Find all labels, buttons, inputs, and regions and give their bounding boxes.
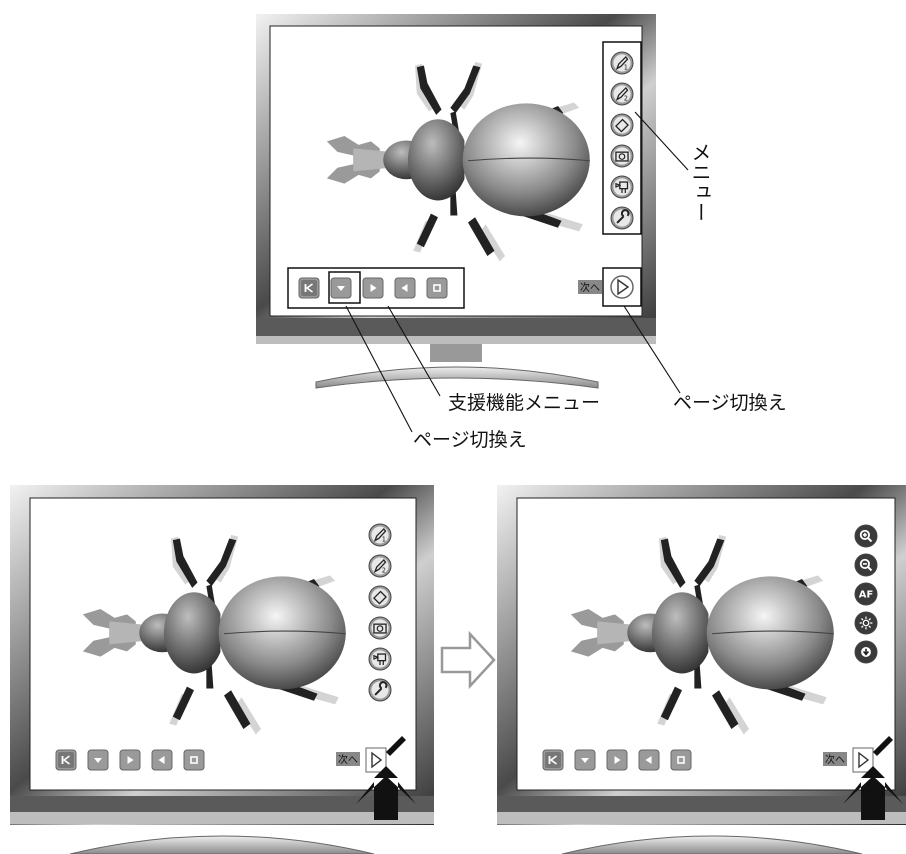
- monitor-chin: [10, 796, 434, 812]
- next-label: 次へ: [580, 281, 600, 294]
- camera-icon[interactable]: [368, 616, 392, 640]
- assist-menu-callout-label: 支援機能メニュー: [448, 392, 600, 414]
- pen-1-icon[interactable]: 1: [368, 523, 392, 547]
- brightness-icon[interactable]: [854, 611, 878, 635]
- pen-2-icon[interactable]: 2: [610, 82, 634, 106]
- triangle-down-icon[interactable]: [330, 277, 352, 299]
- page-switch-right-callout-label: ページ切換え: [673, 392, 787, 414]
- af-label: AF: [859, 590, 873, 601]
- monitor-before: 1 2 次へ: [10, 485, 434, 854]
- triangle-down-icon[interactable]: [574, 749, 596, 771]
- monitor-neck: [430, 344, 482, 362]
- monitor-chin-highlight: [256, 336, 656, 344]
- next-page-button[interactable]: [365, 747, 387, 773]
- stop-square-icon[interactable]: [426, 277, 448, 299]
- svg-text:1: 1: [382, 536, 386, 544]
- menu-callout: メニュー: [688, 142, 712, 222]
- zoom-out-icon[interactable]: [854, 553, 878, 577]
- monitor-chin-highlight: [497, 812, 906, 824]
- next-label: 次へ: [338, 753, 358, 766]
- svg-text:1: 1: [624, 64, 628, 72]
- triangle-left-icon[interactable]: [638, 749, 660, 771]
- triangle-down-icon[interactable]: [87, 749, 109, 771]
- page-switch-left-callout-label: ページ切換え: [413, 429, 527, 451]
- eraser-icon[interactable]: [368, 585, 392, 609]
- monitor-stand: [561, 835, 863, 854]
- svg-text:2: 2: [382, 567, 386, 575]
- eraser-icon[interactable]: [610, 113, 634, 137]
- af-icon[interactable]: AF: [854, 582, 878, 606]
- stop-square-icon[interactable]: [670, 749, 692, 771]
- svg-text:2: 2: [624, 95, 628, 103]
- monitor-chin-highlight: [10, 812, 434, 824]
- down-icon[interactable]: [854, 640, 878, 664]
- monitor-stand: [315, 366, 599, 389]
- stop-square-icon[interactable]: [183, 749, 205, 771]
- wrench-icon[interactable]: [610, 206, 634, 230]
- monitor-stand: [69, 835, 375, 854]
- monitor-chin: [497, 796, 906, 812]
- figure-canvas: 1 2 次へ メニュー 支援機能メニュー ページ切換え ページ切換え 1 2 次へ: [10, 14, 906, 854]
- triangle-left-icon[interactable]: [151, 749, 173, 771]
- projector-icon[interactable]: [610, 175, 634, 199]
- triangle-left-icon[interactable]: [394, 277, 416, 299]
- camera-icon[interactable]: [610, 144, 634, 168]
- projector-icon[interactable]: [368, 647, 392, 671]
- pen-1-icon[interactable]: 1: [610, 51, 634, 75]
- next-page-button[interactable]: [610, 275, 634, 299]
- triangle-right-icon[interactable]: [119, 749, 141, 771]
- monitor-top: 1 2 次へ: [256, 14, 656, 389]
- triangle-right-icon[interactable]: [606, 749, 628, 771]
- first-page-icon[interactable]: [298, 277, 320, 299]
- menu-callout-label: メニュー: [688, 142, 712, 222]
- monitor-chin: [256, 318, 656, 336]
- monitor-after: AF 次へ: [497, 485, 906, 854]
- triangle-right-icon[interactable]: [362, 277, 384, 299]
- wrench-icon[interactable]: [368, 678, 392, 702]
- next-label: 次へ: [825, 753, 845, 766]
- zoom-in-icon[interactable]: [854, 524, 878, 548]
- first-page-icon[interactable]: [55, 749, 77, 771]
- first-page-icon[interactable]: [542, 749, 564, 771]
- next-page-button[interactable]: [852, 747, 874, 773]
- transition-arrow-icon: [440, 630, 496, 690]
- pen-2-icon[interactable]: 2: [368, 554, 392, 578]
